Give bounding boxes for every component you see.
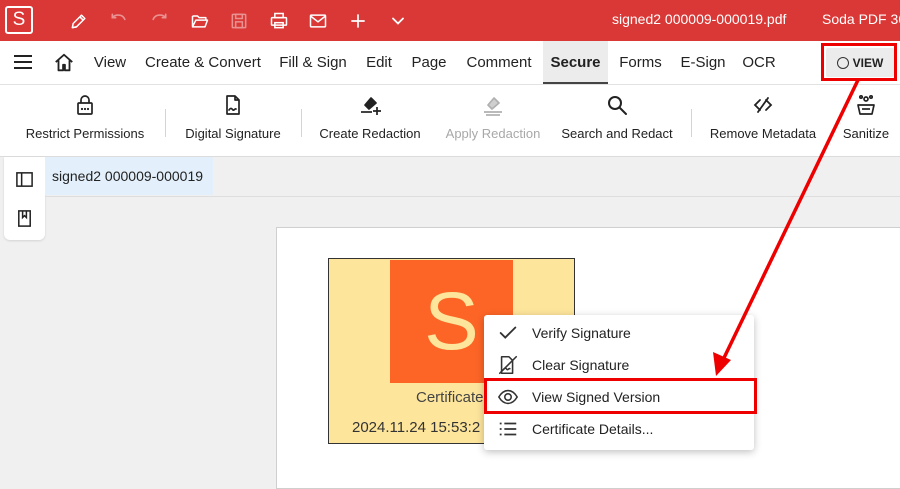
- tab-divider: [45, 196, 900, 197]
- menu-item-label: Clear Signature: [532, 357, 630, 373]
- chevron-down-icon[interactable]: [385, 8, 411, 34]
- left-side-panel: [4, 157, 45, 240]
- verify-signature-item[interactable]: Verify Signature: [484, 317, 754, 349]
- certificate-label: Certificate: [416, 389, 484, 406]
- restrict-permissions-button[interactable]: Restrict Permissions: [20, 85, 150, 156]
- menu-edit[interactable]: Edit: [359, 41, 399, 84]
- search-and-redact-button[interactable]: Search and Redact: [557, 85, 677, 156]
- sanitize-button[interactable]: Sanitize: [836, 85, 896, 156]
- ribbon-toolbar: Restrict Permissions Digital Signature C…: [0, 85, 900, 157]
- app-name: Soda PDF 360: [822, 11, 900, 27]
- create-redaction-button[interactable]: Create Redaction: [316, 85, 424, 156]
- ribbon-separator: [691, 109, 692, 137]
- mail-icon[interactable]: [305, 8, 331, 34]
- sanitize-icon: [857, 94, 875, 115]
- document-title: signed2 000009-000019.pdf: [612, 11, 787, 27]
- tool-label: Remove Metadata: [709, 126, 817, 141]
- list-icon: [499, 422, 517, 436]
- app-logo[interactable]: S: [5, 6, 33, 34]
- ribbon-separator: [165, 109, 166, 137]
- remove-metadata-button[interactable]: Remove Metadata: [706, 85, 820, 156]
- menu-fill-sign[interactable]: Fill & Sign: [273, 41, 353, 84]
- menu-create-convert[interactable]: Create & Convert: [141, 41, 265, 84]
- save-icon[interactable]: [226, 8, 252, 34]
- add-icon[interactable]: [345, 8, 371, 34]
- redo-icon[interactable]: [146, 8, 172, 34]
- menu-item-label: Verify Signature: [532, 325, 631, 341]
- tool-label: Sanitize: [842, 126, 890, 141]
- pen-icon[interactable]: [66, 8, 92, 34]
- tool-label: Digital Signature: [185, 126, 281, 141]
- menu-ocr[interactable]: OCR: [737, 41, 781, 84]
- redaction-apply-icon: [484, 97, 502, 116]
- ribbon-separator: [301, 109, 302, 137]
- menu-view[interactable]: View: [86, 41, 134, 84]
- bookmark-icon[interactable]: [15, 209, 34, 228]
- menu-forms[interactable]: Forms: [613, 41, 668, 84]
- signature-file-icon: [226, 95, 240, 115]
- menu-item-label: Certificate Details...: [532, 421, 654, 437]
- undo-icon[interactable]: [106, 8, 132, 34]
- redaction-add-icon: [361, 97, 381, 115]
- clear-signature-item[interactable]: Clear Signature: [484, 349, 754, 381]
- remove-metadata-icon: [753, 97, 773, 113]
- apply-redaction-button[interactable]: Apply Redaction: [440, 85, 546, 156]
- tool-label: Search and Redact: [561, 126, 673, 141]
- check-icon: [499, 326, 517, 339]
- open-folder-icon[interactable]: [187, 8, 213, 34]
- document-tab[interactable]: signed2 000009-000019: [45, 157, 213, 195]
- home-icon[interactable]: [53, 52, 75, 74]
- lock-icon: [77, 95, 93, 115]
- menu-e-sign[interactable]: E-Sign: [676, 41, 730, 84]
- certificate-details-item[interactable]: Certificate Details...: [484, 413, 754, 445]
- clear-signature-icon: [498, 355, 518, 375]
- certificate-date: 2024.11.24 15:53:2: [352, 419, 481, 436]
- panel-icon[interactable]: [15, 170, 34, 189]
- hamburger-menu-icon[interactable]: [13, 53, 33, 71]
- view-signed-version-highlight: [484, 378, 757, 414]
- menu-page[interactable]: Page: [406, 41, 452, 84]
- search-icon: [608, 96, 627, 115]
- digital-signature-button[interactable]: Digital Signature: [180, 85, 286, 156]
- title-bar: S signed2 000009-000019.pdf Soda PDF 360: [0, 0, 900, 41]
- print-icon[interactable]: [266, 8, 292, 34]
- menu-secure[interactable]: Secure: [543, 41, 608, 84]
- tool-label: Create Redaction: [319, 126, 421, 141]
- tool-label: Apply Redaction: [445, 126, 541, 141]
- view-button-highlight: [821, 43, 897, 81]
- tool-label: Restrict Permissions: [25, 126, 145, 141]
- menu-comment[interactable]: Comment: [459, 41, 539, 84]
- menu-bar: View Create & Convert Fill & Sign Edit P…: [0, 41, 900, 85]
